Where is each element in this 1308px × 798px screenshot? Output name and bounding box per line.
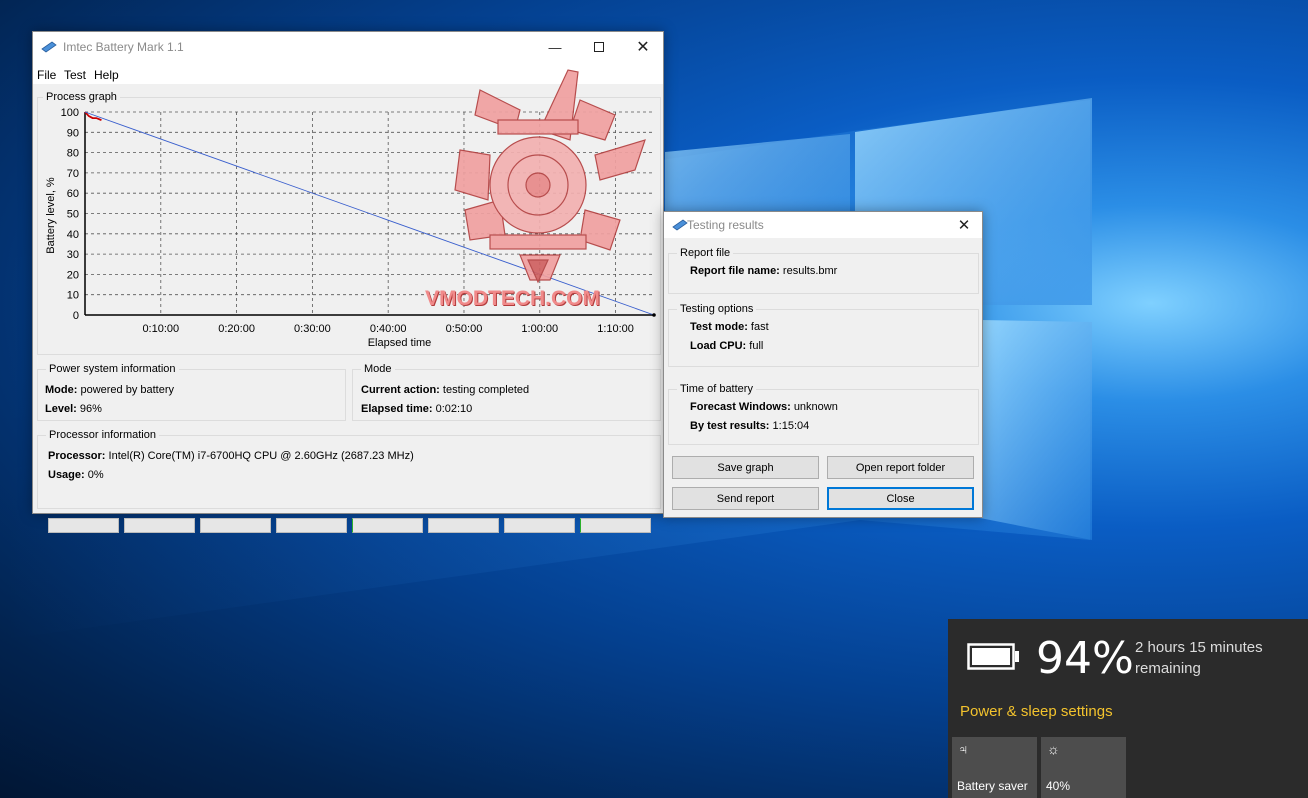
mode-group: Mode Current action: testing completed E… [352,363,661,421]
battery-saver-icon: ♃ [958,741,969,757]
results-title-bar[interactable]: Testing results ✕ [664,212,982,238]
y-tick-label: 70 [67,168,79,180]
power-mode-key: Mode: [45,384,78,396]
load-cpu-value: full [749,340,764,352]
watermark-text: VMODTECH.COM [425,287,600,310]
power-sleep-settings-link[interactable]: Power & sleep settings [960,703,1113,720]
testing-results-window: Testing results ✕ Report file Report fil… [663,211,983,518]
y-tick-label: 10 [67,290,79,302]
elapsed-time-key: Elapsed time: [361,403,433,415]
power-mode-value: powered by battery [80,384,175,396]
close-button[interactable]: Close [827,487,974,510]
usage-value: 0% [87,469,104,481]
y-tick-label: 80 [67,148,79,160]
brightness-icon: ☼ [1047,741,1060,757]
processor-row: Processor: Intel(R) Core(TM) i7-6700HQ C… [48,450,414,462]
cpu-core-bar [504,518,575,533]
send-report-button[interactable]: Send report [672,487,819,510]
power-info-group: Power system information Mode: powered b… [37,363,346,421]
by-test-results-value: 1:15:04 [772,420,810,432]
power-mode-row: Mode: powered by battery [45,384,174,396]
y-tick-label: 20 [67,269,79,281]
cpu-core-bar [48,518,119,533]
battery-saver-label: Battery saver [957,779,1028,793]
testing-options-label: Testing options [677,303,757,315]
processor-key: Processor: [48,450,106,462]
battery-app-icon [672,219,688,231]
x-tick-label: 1:10:00 [597,323,634,335]
vmodtech-logo-watermark [454,69,646,284]
y-axis-label: Battery level, % [45,177,57,254]
time-of-battery-label: Time of battery [677,383,756,395]
x-tick-label: 1:00:00 [521,323,558,335]
by-test-results-row: By test results: 1:15:04 [690,420,809,432]
open-report-folder-button[interactable]: Open report folder [827,456,974,479]
report-file-row: Report file name: results.bmr [690,265,837,277]
mode-label: Mode [361,363,395,375]
battery-saver-tile[interactable]: ♃ Battery saver [952,737,1037,798]
power-level-row: Level: 96% [45,403,102,415]
test-mode-value: fast [750,321,769,333]
time-of-battery-group: Time of battery Forecast Windows: unknow… [668,383,979,445]
x-axis-label: Elapsed time [368,337,432,349]
y-tick-label: 50 [67,209,79,221]
forecast-windows-key: Forecast Windows: [690,401,791,413]
testing-options-group: Testing options Test mode: fast Load CPU… [668,303,979,367]
x-tick-label: 0:10:00 [142,323,179,335]
load-cpu-row: Load CPU: full [690,340,763,352]
cpu-core-bar [200,518,271,533]
cpu-core-bar [276,518,347,533]
current-action-value: testing completed [442,384,530,396]
usage-row: Usage: 0% [48,469,104,481]
report-file-group: Report file Report file name: results.bm… [668,247,979,294]
processor-info-label: Processor information [46,429,159,441]
y-tick-label: 100 [61,107,79,119]
power-level-value: 96% [79,403,102,415]
battery-flyout: 94% 2 hours 15 minutes remaining Power &… [948,619,1308,798]
y-tick-label: 60 [67,188,79,200]
cpu-core-bar [428,518,499,533]
by-test-results-key: By test results: [690,420,770,432]
x-tick-label: 0:20:00 [218,323,255,335]
power-level-key: Level: [45,403,77,415]
y-tick-label: 40 [67,229,79,241]
test-mode-key: Test mode: [690,321,748,333]
load-cpu-key: Load CPU: [690,340,747,352]
elapsed-time-value: 0:02:10 [435,403,473,415]
current-action-key: Current action: [361,384,440,396]
battery-percent: 94% [1036,633,1134,684]
x-tick-label: 0:30:00 [294,323,331,335]
battery-icon [967,643,1019,670]
x-tick-label: 0:50:00 [446,323,483,335]
report-file-label: Report file [677,247,734,259]
usage-key: Usage: [48,469,85,481]
brightness-tile[interactable]: ☼ 40% [1041,737,1126,798]
report-file-key: Report file name: [690,265,780,277]
y-tick-label: 90 [67,127,79,139]
processor-info-group: Processor information Processor: Intel(R… [37,429,661,509]
forecast-windows-value: unknown [793,401,838,413]
elapsed-time-row: Elapsed time: 0:02:10 [361,403,472,415]
close-icon: ✕ [957,217,971,234]
current-action-row: Current action: testing completed [361,384,529,396]
cpu-core-bar [124,518,195,533]
processor-value: Intel(R) Core(TM) i7-6700HQ CPU @ 2.60GH… [108,450,414,462]
save-graph-button[interactable]: Save graph [672,456,819,479]
forecast-windows-row: Forecast Windows: unknown [690,401,838,413]
brightness-label: 40% [1046,779,1071,793]
battery-remaining: 2 hours 15 minutes remaining [1135,639,1263,677]
y-tick-label: 30 [67,249,79,261]
cpu-core-bar [352,518,423,533]
power-info-label: Power system information [46,363,179,375]
y-tick-label: 0 [73,310,79,322]
test-mode-row: Test mode: fast [690,321,769,333]
results-close-x-button[interactable]: ✕ [946,212,982,238]
x-tick-label: 0:40:00 [370,323,407,335]
cpu-core-bar [580,518,651,533]
report-file-value: results.bmr [782,265,838,277]
results-window-title: Testing results [687,218,764,232]
